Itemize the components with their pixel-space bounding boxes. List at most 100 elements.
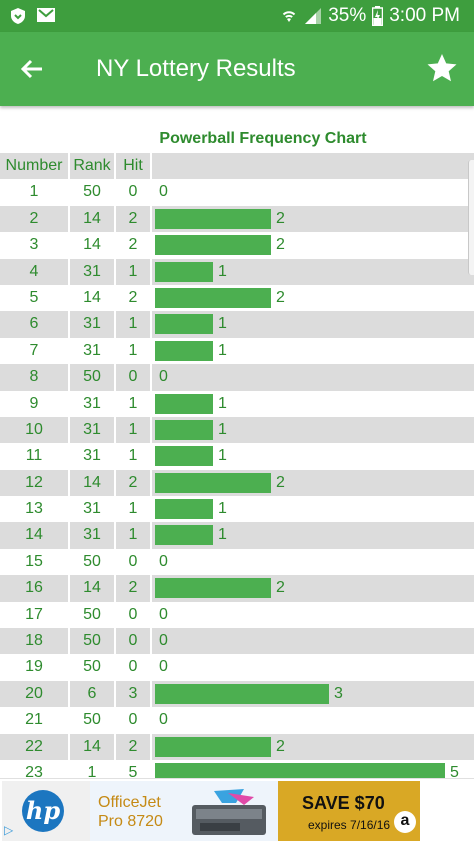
table-row: 20 6 3 3 <box>0 680 474 708</box>
ball-rank: 31 <box>83 394 101 412</box>
ball-hit-count: 0 <box>128 605 138 623</box>
ball-rank: 31 <box>83 526 101 544</box>
ball-rank: 31 <box>83 315 101 333</box>
table-row: 11 31 1 1 <box>0 443 474 469</box>
bar-value-label: 0 <box>159 552 168 570</box>
ball-number: 7 <box>29 341 39 359</box>
column-header-hit: Hit <box>123 157 143 174</box>
bar-value-label: 0 <box>159 711 168 729</box>
back-arrow-icon[interactable] <box>16 53 48 85</box>
ball-rank: 50 <box>83 552 101 570</box>
ball-number: 14 <box>25 526 43 544</box>
bar-value-label: 2 <box>276 473 285 491</box>
frequency-bar <box>155 393 213 414</box>
bar-value-label: 3 <box>334 684 343 702</box>
ball-number: 16 <box>25 579 43 597</box>
ball-number: 1 <box>29 183 39 201</box>
ball-rank: 50 <box>83 605 101 623</box>
table-row: 7 31 1 1 <box>0 338 474 364</box>
bar-value-label: 0 <box>159 368 168 386</box>
bar-value-label: 0 <box>159 632 168 650</box>
table-row: 8 50 0 0 <box>0 364 474 391</box>
wifi-icon <box>283 11 296 22</box>
ball-rank: 31 <box>83 500 101 518</box>
ad-offer[interactable]: SAVE $70 expires 7/16/16 a <box>278 781 420 841</box>
ball-number: 10 <box>25 420 43 438</box>
ball-rank: 50 <box>83 183 101 201</box>
ball-hit-count: 2 <box>128 288 138 306</box>
ad-choices-icon[interactable]: ▷ <box>4 823 13 837</box>
frequency-bar <box>155 683 329 704</box>
table-row: 18 50 0 0 <box>0 628 474 655</box>
bar-value-label: 2 <box>276 209 285 227</box>
chart-title: Powerball Frequency Chart <box>159 130 367 147</box>
ball-hit-count: 1 <box>128 420 138 438</box>
hp-logo: hp <box>22 790 64 832</box>
app-bar: NY Lottery Results <box>0 32 474 106</box>
ball-number: 20 <box>25 684 43 702</box>
bar-value-label: 1 <box>218 394 227 412</box>
ad-product-name: OfficeJet Pro 8720 <box>98 794 163 830</box>
ball-number: 17 <box>25 605 43 623</box>
battery-charging-icon <box>372 6 384 26</box>
ball-number: 15 <box>25 552 43 570</box>
ball-hit-count: 0 <box>128 632 138 650</box>
ball-rank: 14 <box>83 737 101 755</box>
table-row: 15 50 0 0 <box>0 549 474 575</box>
table-header-row: Number Rank Hit <box>0 153 474 180</box>
table-row: 21 50 0 0 <box>0 707 474 733</box>
frequency-bar <box>155 472 271 493</box>
ad-banner[interactable]: hp OfficeJet Pro 8720 SAVE $70 expires 7… <box>0 778 474 844</box>
ball-hit-count: 1 <box>128 447 138 465</box>
frequency-bar <box>155 314 213 335</box>
frequency-bar <box>155 499 213 520</box>
table-row: 17 50 0 0 <box>0 602 474 628</box>
ball-number: 22 <box>25 737 43 755</box>
favorite-star-icon[interactable] <box>426 52 458 84</box>
ball-rank: 14 <box>83 236 101 254</box>
frequency-bar <box>155 419 213 440</box>
table-row: 4 31 1 1 <box>0 258 474 285</box>
ball-number: 13 <box>25 500 43 518</box>
ball-rank: 50 <box>83 368 101 386</box>
ball-rank: 31 <box>83 341 101 359</box>
table-row: 19 50 0 0 <box>0 654 474 680</box>
table-row: 22 14 2 2 <box>0 733 474 760</box>
frequency-bar <box>155 736 271 757</box>
ball-rank: 14 <box>83 209 101 227</box>
ball-rank: 50 <box>83 632 101 650</box>
bar-value-label: 1 <box>218 500 227 518</box>
amazon-icon: a <box>394 811 416 833</box>
frequency-bar <box>155 235 271 256</box>
scrollbar-thumb[interactable] <box>468 160 474 275</box>
frequency-bar <box>155 578 271 599</box>
bar-value-label: 1 <box>218 262 227 280</box>
table-row: 16 14 2 2 <box>0 575 474 602</box>
ball-rank: 50 <box>83 711 101 729</box>
status-bar: 35% 3:00 PM <box>0 0 474 32</box>
table-row: 13 31 1 1 <box>0 496 474 522</box>
table-row: 2 14 2 2 <box>0 205 474 233</box>
bar-value-label: 1 <box>218 447 227 465</box>
ball-hit-count: 2 <box>128 209 138 227</box>
vpn-shield-icon <box>11 8 25 24</box>
ball-hit-count: 2 <box>128 473 138 491</box>
table-row: 3 14 2 2 <box>0 232 474 258</box>
ball-number: 12 <box>25 473 43 491</box>
ball-hit-count: 0 <box>128 658 138 676</box>
table-row: 1 50 0 0 <box>0 179 474 205</box>
ball-number: 19 <box>25 658 43 676</box>
ball-hit-count: 2 <box>128 737 138 755</box>
table-row: 9 31 1 1 <box>0 391 474 417</box>
signal-icon <box>305 8 322 24</box>
table-row: 5 14 2 2 <box>0 285 474 311</box>
frequency-bar <box>155 261 213 282</box>
frequency-bar <box>155 446 213 467</box>
bar-value-label: 1 <box>218 315 227 333</box>
ball-hit-count: 0 <box>128 183 138 201</box>
column-header-rank: Rank <box>73 157 111 174</box>
bar-value-label: 2 <box>276 579 285 597</box>
ball-hit-count: 3 <box>128 684 138 702</box>
bar-value-label: 1 <box>218 420 227 438</box>
ad-expires-text: expires 7/16/16 <box>308 818 391 832</box>
